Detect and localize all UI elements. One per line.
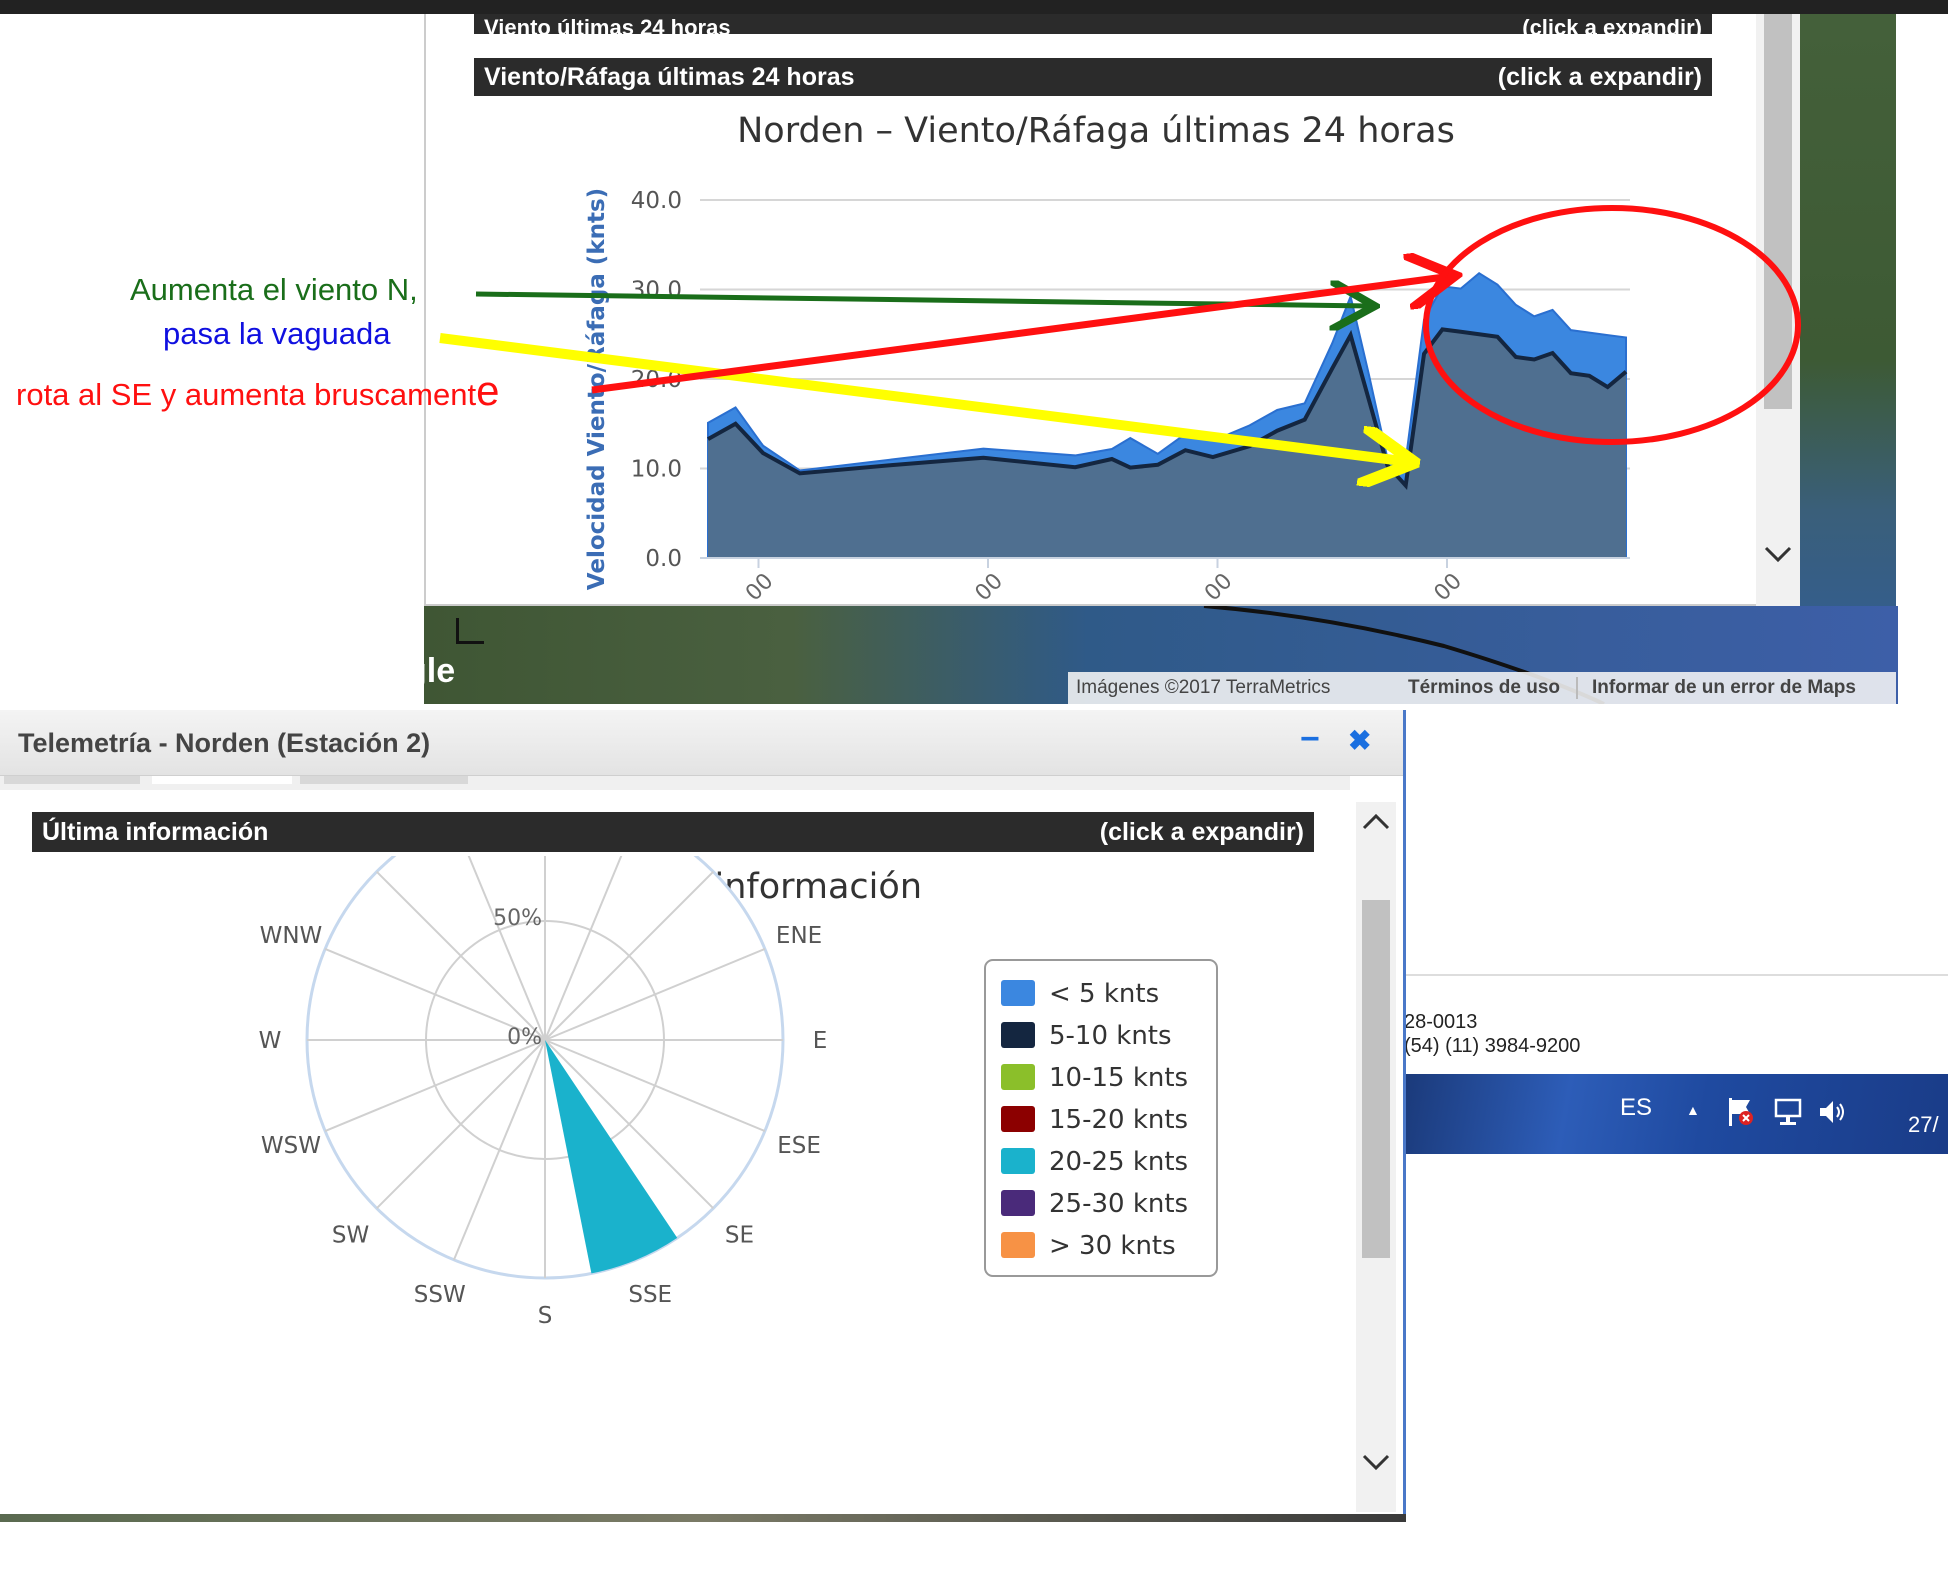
- highlight-ellipse: [1423, 205, 1801, 445]
- annotation-line3-main: rota al SE y aumenta bruscament: [16, 377, 477, 412]
- annotation-line3: rota al SE y aumenta bruscamente: [16, 367, 499, 415]
- arrow-red: [591, 276, 1452, 394]
- arrow-yellow: [439, 333, 1410, 462]
- annotation-line1: Aumenta el viento N,: [130, 272, 418, 307]
- screenshot-stage: gle Imágenes ©2017 TerraMetrics Términos…: [0, 0, 1948, 1586]
- annotation-line3-tail: e: [476, 367, 500, 414]
- annotation-line2: pasa la vaguada: [163, 316, 391, 351]
- annotation-overlay: [439, 205, 1801, 1586]
